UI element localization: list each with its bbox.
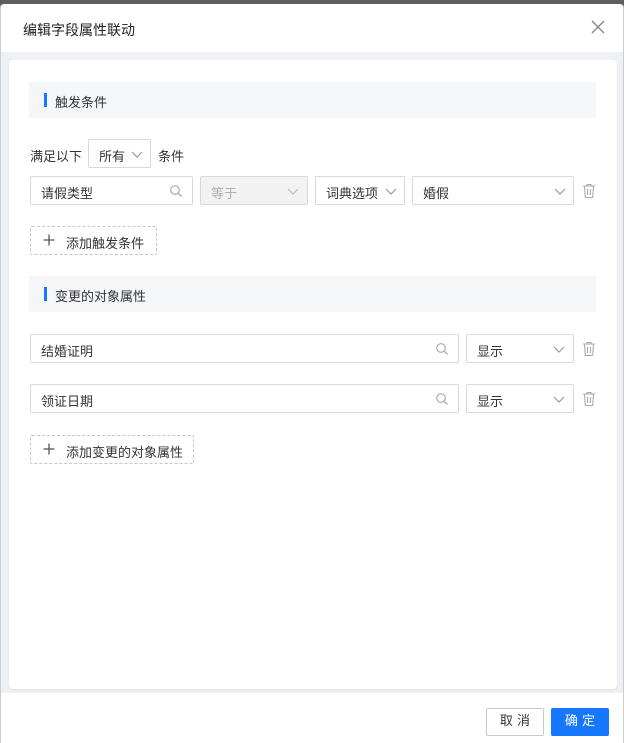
dialog-footer: 取 消 确 定 bbox=[1, 693, 623, 743]
match-mode-value: 所有 bbox=[99, 150, 126, 165]
match-mode-select[interactable]: 所有 bbox=[88, 139, 151, 168]
chevron-down-icon bbox=[385, 188, 397, 195]
target-section-title: 变更的对象属性 bbox=[55, 290, 147, 305]
condition-value-select[interactable]: 婚假 bbox=[412, 176, 574, 205]
close-icon[interactable] bbox=[591, 20, 605, 34]
edit-field-linkage-dialog: 编辑字段属性联动 触发条件 满足以下 所有 条件 请假类型 等于 词典选项 婚假… bbox=[0, 4, 624, 743]
value-type-select[interactable]: 词典选项 bbox=[315, 176, 405, 205]
trigger-field-value: 请假类型 bbox=[41, 187, 94, 202]
target-field-input[interactable]: 结婚证明 bbox=[30, 334, 459, 363]
add-target-property-label: 添加变更的对象属性 bbox=[66, 446, 184, 461]
delete-condition-icon[interactable] bbox=[582, 183, 596, 199]
chevron-down-icon bbox=[131, 151, 143, 158]
add-target-property-button[interactable]: 添加变更的对象属性 bbox=[30, 435, 194, 464]
delete-target-icon[interactable] bbox=[582, 391, 596, 407]
target-action-value: 显示 bbox=[477, 345, 504, 360]
target-field-value: 结婚证明 bbox=[41, 345, 94, 360]
plus-icon bbox=[43, 234, 55, 246]
dialog-body: 触发条件 满足以下 所有 条件 请假类型 等于 词典选项 婚假 添加触发条件 变… bbox=[9, 60, 617, 689]
dialog-title: 编辑字段属性联动 bbox=[23, 23, 135, 39]
target-field-input[interactable]: 领证日期 bbox=[30, 384, 459, 413]
confirm-button[interactable]: 确 定 bbox=[551, 708, 609, 736]
chevron-down-icon bbox=[553, 396, 565, 403]
operator-value: 等于 bbox=[211, 187, 238, 202]
target-action-select[interactable]: 显示 bbox=[466, 384, 574, 413]
trigger-field-input[interactable]: 请假类型 bbox=[30, 176, 193, 205]
section-accent-bar bbox=[44, 287, 47, 301]
chevron-down-icon bbox=[554, 188, 566, 195]
match-prefix-label: 满足以下 bbox=[30, 150, 83, 165]
target-field-value: 领证日期 bbox=[41, 395, 94, 410]
value-type-value: 词典选项 bbox=[326, 187, 379, 202]
chevron-down-icon bbox=[553, 346, 565, 353]
target-action-value: 显示 bbox=[477, 395, 504, 410]
chevron-down-icon bbox=[287, 188, 299, 195]
dialog-header: 编辑字段属性联动 bbox=[1, 4, 623, 52]
trigger-section-title: 触发条件 bbox=[55, 96, 108, 111]
condition-value: 婚假 bbox=[423, 187, 450, 202]
add-trigger-condition-button[interactable]: 添加触发条件 bbox=[30, 226, 157, 255]
cancel-button[interactable]: 取 消 bbox=[486, 708, 544, 736]
match-suffix-label: 条件 bbox=[158, 150, 185, 165]
add-trigger-condition-label: 添加触发条件 bbox=[66, 237, 145, 252]
search-icon[interactable] bbox=[435, 342, 449, 356]
trigger-section-header: 触发条件 bbox=[29, 82, 596, 118]
delete-target-icon[interactable] bbox=[582, 341, 596, 357]
search-icon[interactable] bbox=[169, 184, 183, 198]
search-icon[interactable] bbox=[435, 392, 449, 406]
operator-select: 等于 bbox=[200, 176, 308, 205]
target-action-select[interactable]: 显示 bbox=[466, 334, 574, 363]
section-accent-bar bbox=[44, 93, 47, 107]
target-section-header: 变更的对象属性 bbox=[29, 276, 596, 312]
plus-icon bbox=[43, 443, 55, 455]
